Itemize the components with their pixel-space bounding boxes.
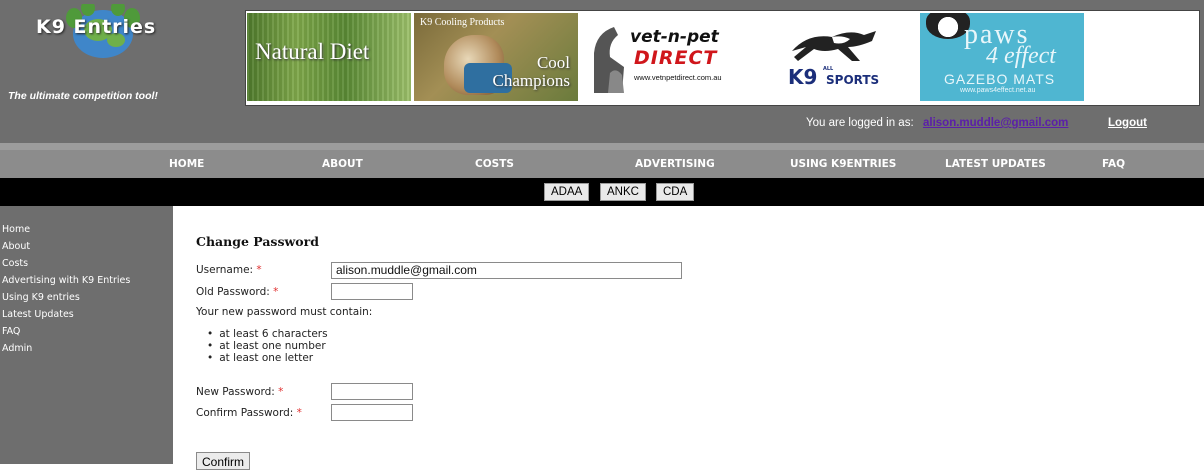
username-label: Username: * (196, 264, 262, 276)
nav-using-k9entries[interactable]: USING K9ENTRIES (790, 158, 896, 170)
new-password-label: New Password: * (196, 386, 283, 398)
site-header: K9 Entries The ultimate competition tool… (0, 0, 1204, 143)
ad-natural-diet-text: Natural Diet (255, 39, 370, 64)
confirm-password-label: Confirm Password: * (196, 407, 302, 419)
page-title: Change Password (196, 234, 319, 249)
required-mark: * (278, 386, 284, 398)
nav-latest-updates[interactable]: LATEST UPDATES (945, 158, 1046, 170)
ad-k9-all-sports[interactable]: K9 ALL SPORTS (774, 13, 892, 101)
nav-costs[interactable]: COSTS (475, 158, 514, 170)
brand-name: K9 Entries (36, 16, 157, 38)
horse-dog-cat-icon (594, 27, 624, 93)
sponsor-banner: Natural Diet K9 Cooling Products Cool Ch… (245, 10, 1200, 106)
password-rules-intro: Your new password must contain: (196, 306, 373, 318)
ad-cool-champions[interactable]: K9 Cooling Products Cool Champions (414, 13, 578, 101)
ad-paws-url: www.paws4effect.net.au (960, 87, 1036, 94)
sidebar-item-using-k9[interactable]: Using K9 entries (2, 292, 80, 303)
nav-home[interactable]: HOME (169, 158, 204, 170)
required-mark: * (296, 407, 302, 419)
username-label-text: Username: (196, 264, 254, 276)
sidebar-item-faq[interactable]: FAQ (2, 326, 20, 337)
nav-about[interactable]: ABOUT (322, 158, 363, 170)
password-rules-list: at least 6 characters at least one numbe… (207, 328, 328, 364)
ad-paws-line3: GAZEBO MATS (944, 71, 1056, 87)
ad-k9-text: K9 (788, 65, 818, 89)
org-button-adaa[interactable]: ADAA (544, 183, 590, 201)
username-field[interactable] (331, 262, 682, 279)
required-mark: * (256, 264, 262, 276)
organisation-nav: ADAA ANKC CDA (0, 178, 1204, 206)
sidebar-item-about[interactable]: About (2, 241, 30, 252)
org-button-ankc[interactable]: ANKC (600, 183, 646, 201)
sidebar-item-latest-updates[interactable]: Latest Updates (2, 309, 74, 320)
main-content: Change Password Username: * Old Password… (173, 206, 1204, 470)
brand-tagline: The ultimate competition tool! (8, 90, 158, 102)
ad-paws4effect[interactable]: paws 4 effect GAZEBO MATS www.paws4effec… (920, 13, 1084, 101)
ad-vet-n-pet-line2: DIRECT (634, 47, 718, 69)
ad-cool-champions-line2: Champions (492, 71, 570, 90)
ad-k9-sports-text: SPORTS (826, 73, 880, 87)
logged-in-label: You are logged in as: (806, 117, 914, 129)
sidebar-item-costs[interactable]: Costs (2, 258, 28, 269)
ad-paws-line2: 4 effect (986, 43, 1056, 69)
sidebar: Home About Costs Advertising with K9 Ent… (0, 206, 173, 464)
ad-natural-diet[interactable]: Natural Diet (247, 13, 411, 101)
sidebar-item-home[interactable]: Home (2, 224, 30, 235)
sidebar-item-admin[interactable]: Admin (2, 343, 32, 354)
required-mark: * (273, 286, 279, 298)
old-password-label-text: Old Password: (196, 286, 270, 298)
new-password-label-text: New Password: (196, 386, 275, 398)
nav-faq[interactable]: FAQ (1102, 158, 1125, 170)
ad-vet-n-pet-url: www.vetnpetdirect.com.au (634, 73, 722, 82)
ad-vet-n-pet-line1: vet-n-pet (630, 27, 719, 47)
nav-advertising[interactable]: ADVERTISING (635, 158, 715, 170)
old-password-field[interactable] (331, 283, 413, 300)
logged-in-email-link[interactable]: alison.muddle@gmail.com (923, 117, 1068, 129)
confirm-button[interactable]: Confirm (196, 452, 251, 470)
ad-k9-all-text: ALL (823, 66, 834, 72)
logout-link[interactable]: Logout (1108, 117, 1147, 129)
confirm-password-field[interactable] (331, 404, 413, 421)
ad-cool-champions-line1: Cool (536, 53, 570, 72)
main-nav: HOME ABOUT COSTS ADVERTISING USING K9ENT… (0, 150, 1204, 178)
login-status-bar: You are logged in as: alison.muddle@gmai… (0, 115, 1204, 135)
nav-divider (0, 143, 1204, 150)
confirm-password-label-text: Confirm Password: (196, 407, 294, 419)
password-rule: at least 6 characters (207, 328, 327, 340)
ad-vet-n-pet[interactable]: vet-n-pet DIRECT www.vetnpetdirect.com.a… (586, 13, 742, 101)
sidebar-item-advertising[interactable]: Advertising with K9 Entries (2, 275, 130, 286)
org-button-cda[interactable]: CDA (656, 183, 695, 201)
jumping-dog-icon (792, 31, 876, 61)
old-password-label: Old Password: * (196, 286, 278, 298)
ad-cool-champions-caption: K9 Cooling Products (420, 17, 505, 28)
new-password-field[interactable] (331, 383, 413, 400)
password-rule: at least one number (207, 340, 328, 352)
password-rule: at least one letter (207, 352, 328, 364)
